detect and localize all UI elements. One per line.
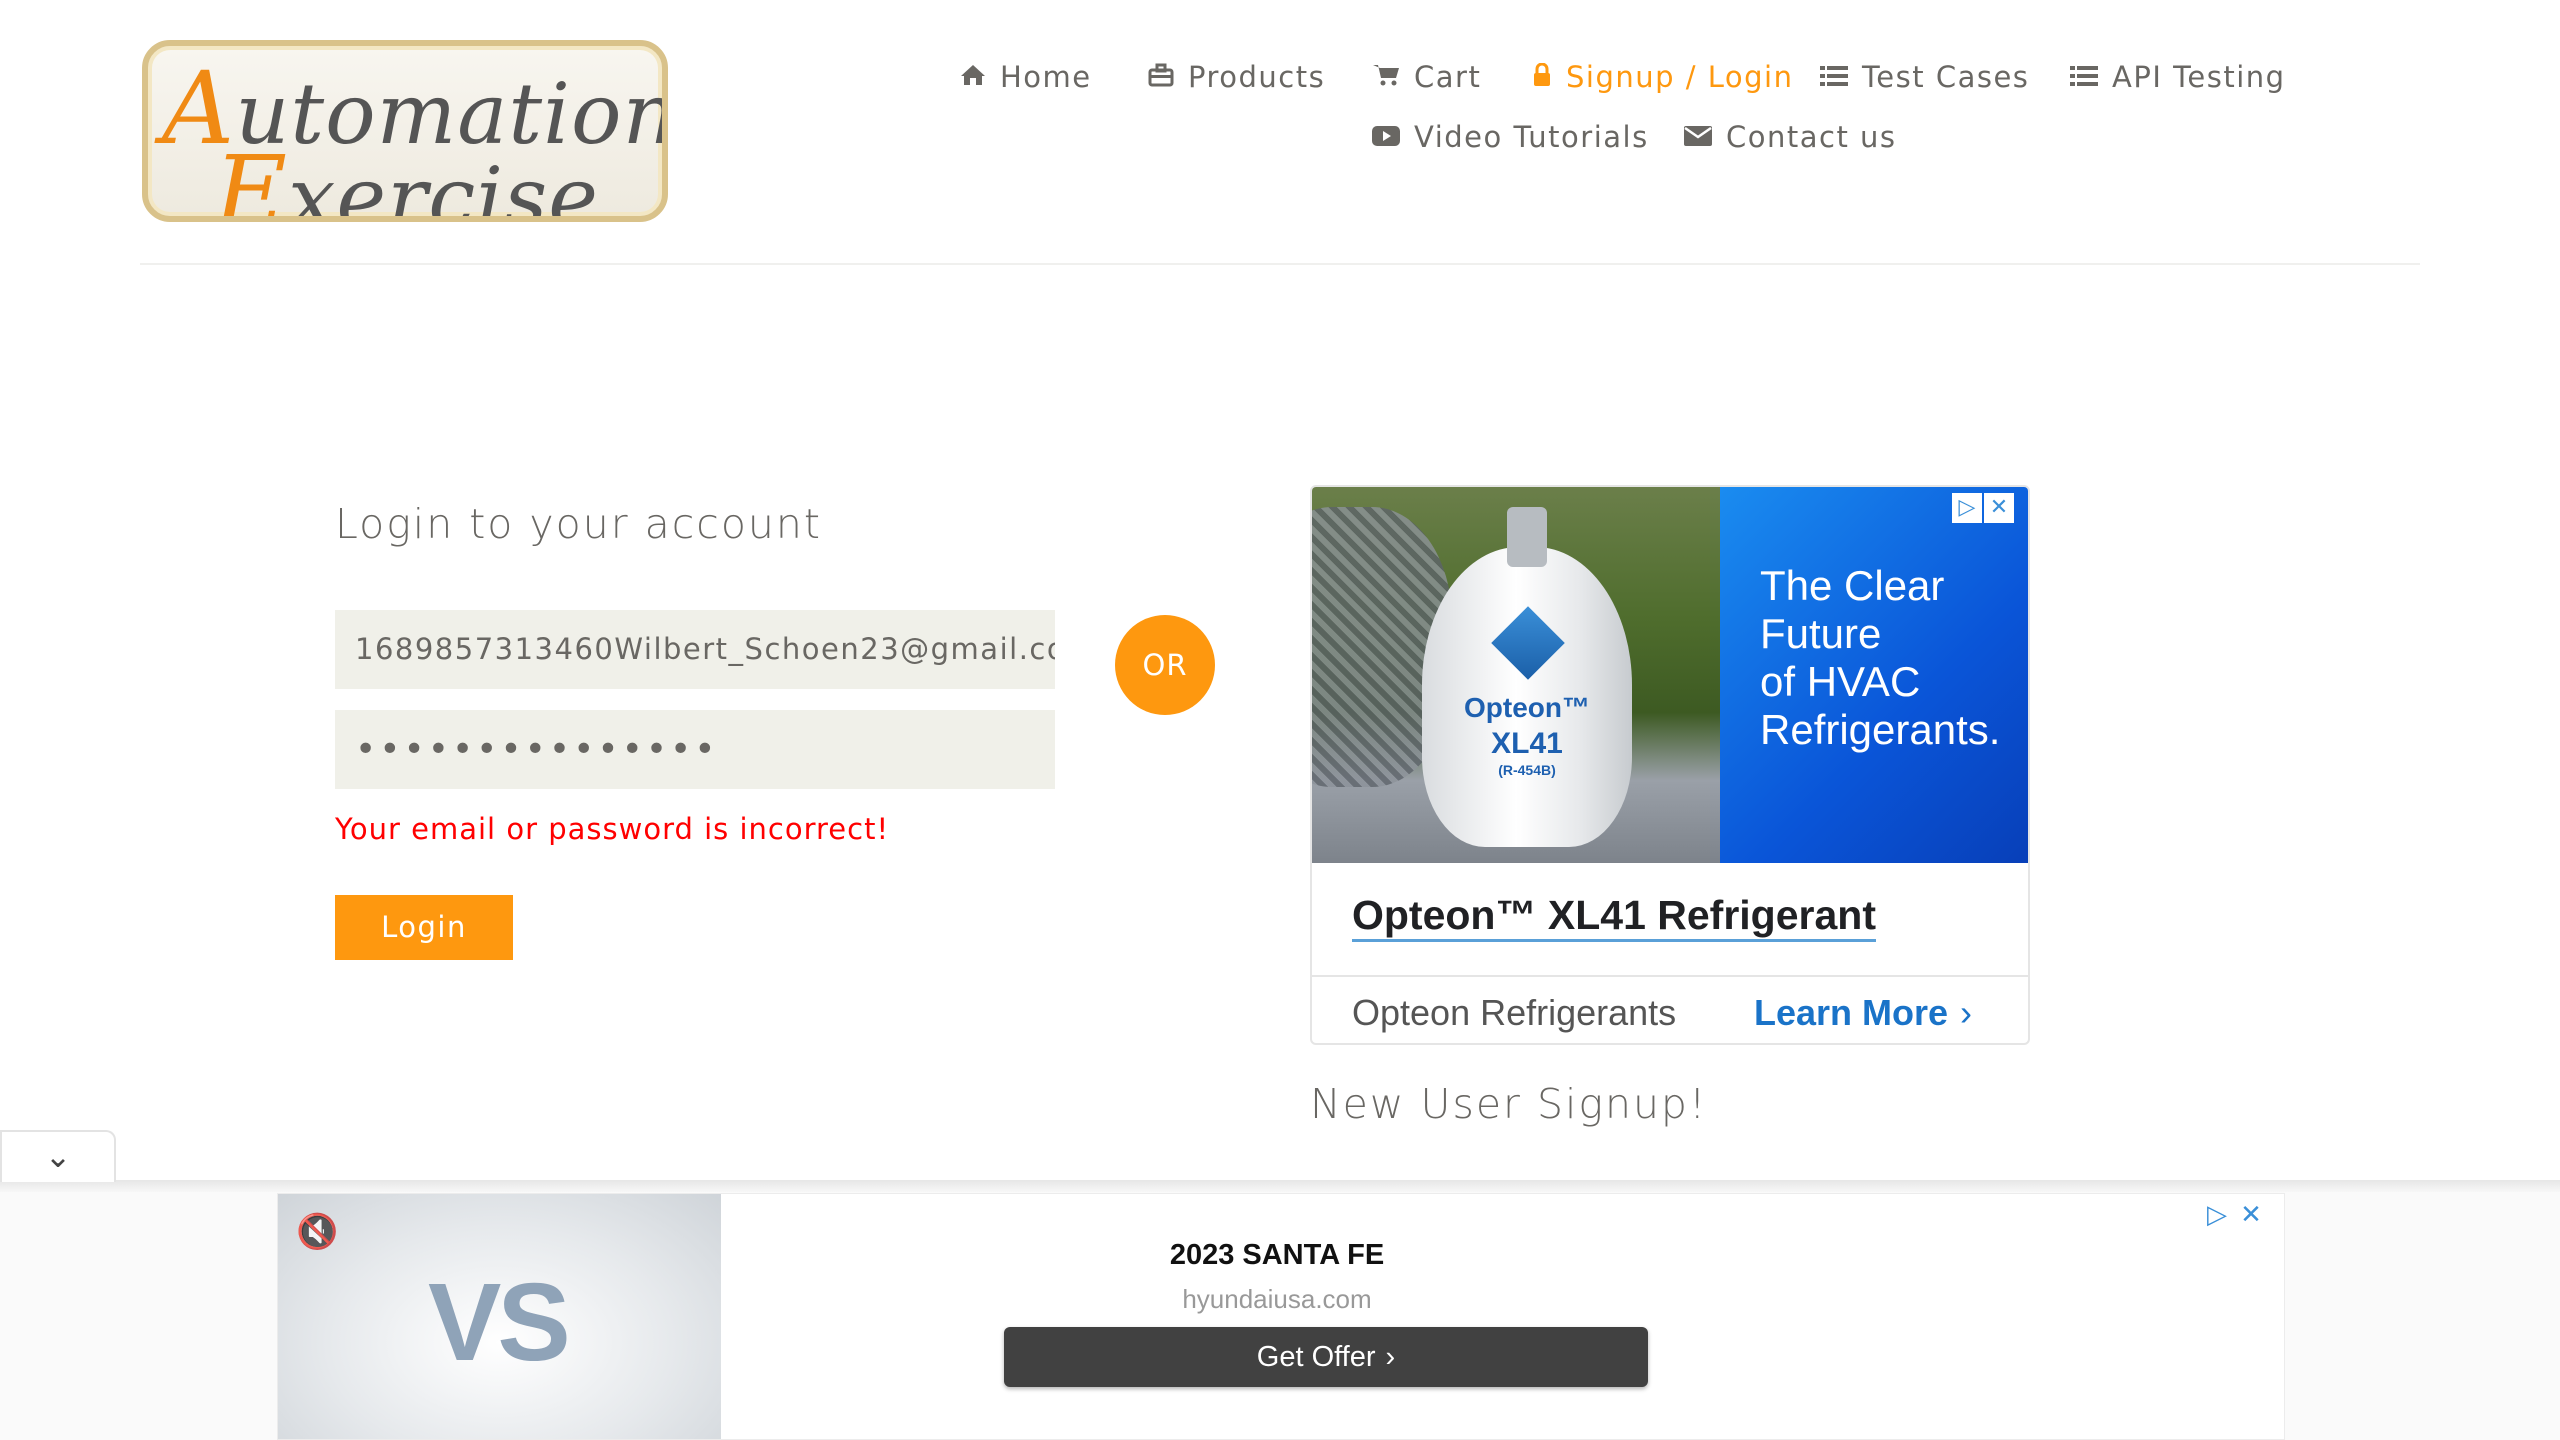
nav-cart[interactable]: Cart <box>1372 60 1481 94</box>
ad-video[interactable]: 🔇 VS <box>278 1194 721 1439</box>
nav-signup-login[interactable]: Signup / Login <box>1532 60 1793 94</box>
nav-contact-us-label: Contact us <box>1726 120 1897 154</box>
nav-video-tutorials-label: Video Tutorials <box>1414 120 1649 154</box>
opteon-logo-icon <box>1491 606 1565 680</box>
envelope-icon <box>1684 120 1712 154</box>
ad-tagline: The Clear Future of HVAC Refrigerants. <box>1760 562 2001 753</box>
nav-home[interactable]: Home <box>960 60 1092 94</box>
list-icon <box>1820 60 1848 94</box>
site-logo[interactable]: Automation Exercise <box>142 40 668 222</box>
mute-icon[interactable]: 🔇 <box>296 1212 338 1252</box>
login-title: Login to your account <box>335 500 822 548</box>
ad-headline[interactable]: Opteon™ XL41 Refrigerant <box>1352 892 1876 942</box>
nav-products[interactable]: Products <box>1148 60 1325 94</box>
adchoices-icon[interactable]: ▷ <box>1952 493 1982 523</box>
nav-home-label: Home <box>1000 60 1092 94</box>
nav-test-cases[interactable]: Test Cases <box>1820 60 2029 94</box>
nav-products-label: Products <box>1188 60 1326 94</box>
ad-learn-more-label: Learn More <box>1754 992 1949 1033</box>
ad-advertiser: Opteon Refrigerants <box>1352 992 1677 1033</box>
logo-line-2: Exercise <box>214 134 599 222</box>
briefcase-icon <box>1148 60 1174 94</box>
login-email-input[interactable]: 1689857313460Wilbert_Schoen23@gmail.com <box>335 610 1055 689</box>
bottom-ad-controls: ▷ ✕ <box>2200 1198 2268 1232</box>
close-icon[interactable]: ✕ <box>2234 1198 2268 1232</box>
ad-video-text: VS <box>428 1261 571 1384</box>
adchoices-icon[interactable]: ▷ <box>2200 1198 2234 1232</box>
nav-api-testing[interactable]: API Testing <box>2070 60 2286 94</box>
anchor-collapse-button[interactable]: ⌄ <box>0 1130 116 1182</box>
chevron-down-icon: ⌄ <box>44 1137 72 1175</box>
close-icon[interactable]: ✕ <box>1984 493 2014 523</box>
list-icon <box>2070 60 2098 94</box>
home-icon <box>960 60 986 94</box>
signup-title: New User Signup! <box>1310 1080 1708 1128</box>
ad-tank-sub: (R-454B) <box>1498 762 1556 778</box>
or-divider: OR <box>1115 615 1215 715</box>
ad-product-image: Opteon™ XL41 (R-454B) <box>1312 487 1720 863</box>
chevron-right-icon: › <box>1960 992 1973 1033</box>
lock-icon <box>1532 60 1552 94</box>
ad-tank-model: XL41 <box>1491 727 1563 760</box>
ad-divider <box>1312 975 2028 977</box>
ad-domain: hyundaiusa.com <box>1182 1284 1372 1314</box>
cart-icon <box>1372 60 1400 94</box>
bottom-anchor-ad[interactable]: 🔇 VS 2023 SANTA FE hyundaiusa.com Get Of… <box>277 1193 2285 1440</box>
nav-test-cases-label: Test Cases <box>1862 60 2030 94</box>
login-password-input[interactable]: ••••••••••••••• <box>335 710 1055 789</box>
ad-tagline-panel: The Clear Future of HVAC Refrigerants. <box>1720 487 2028 863</box>
header-divider <box>140 263 2420 265</box>
ad-tank-brand: Opteon™ <box>1464 692 1590 723</box>
ad-text-area: 2023 SANTA FE hyundaiusa.com Get Offer › <box>721 1194 1833 1439</box>
nav-cart-label: Cart <box>1414 60 1482 94</box>
get-offer-label: Get Offer <box>1256 1341 1376 1373</box>
nav-contact-us[interactable]: Contact us <box>1684 120 1897 154</box>
chevron-right-icon: › <box>1385 1341 1396 1373</box>
sidebar-ad[interactable]: Opteon™ XL41 (R-454B) The Clear Future o… <box>1310 485 2030 1045</box>
ad-learn-more-button[interactable]: Learn More › <box>1754 992 1972 1034</box>
login-error-message: Your email or password is incorrect! <box>335 812 890 846</box>
youtube-play-icon <box>1372 120 1400 154</box>
ad-title[interactable]: 2023 SANTA FE <box>721 1239 1833 1272</box>
nav-video-tutorials[interactable]: Video Tutorials <box>1372 120 1649 154</box>
nav-signup-login-label: Signup / Login <box>1566 60 1794 94</box>
login-button[interactable]: Login <box>335 895 513 960</box>
ad-controls: ▷ ✕ <box>1950 493 2014 523</box>
ad-tank-graphic: Opteon™ XL41 (R-454B) <box>1422 507 1632 847</box>
get-offer-button[interactable]: Get Offer › <box>1004 1327 1648 1387</box>
nav-api-testing-label: API Testing <box>2112 60 2286 94</box>
